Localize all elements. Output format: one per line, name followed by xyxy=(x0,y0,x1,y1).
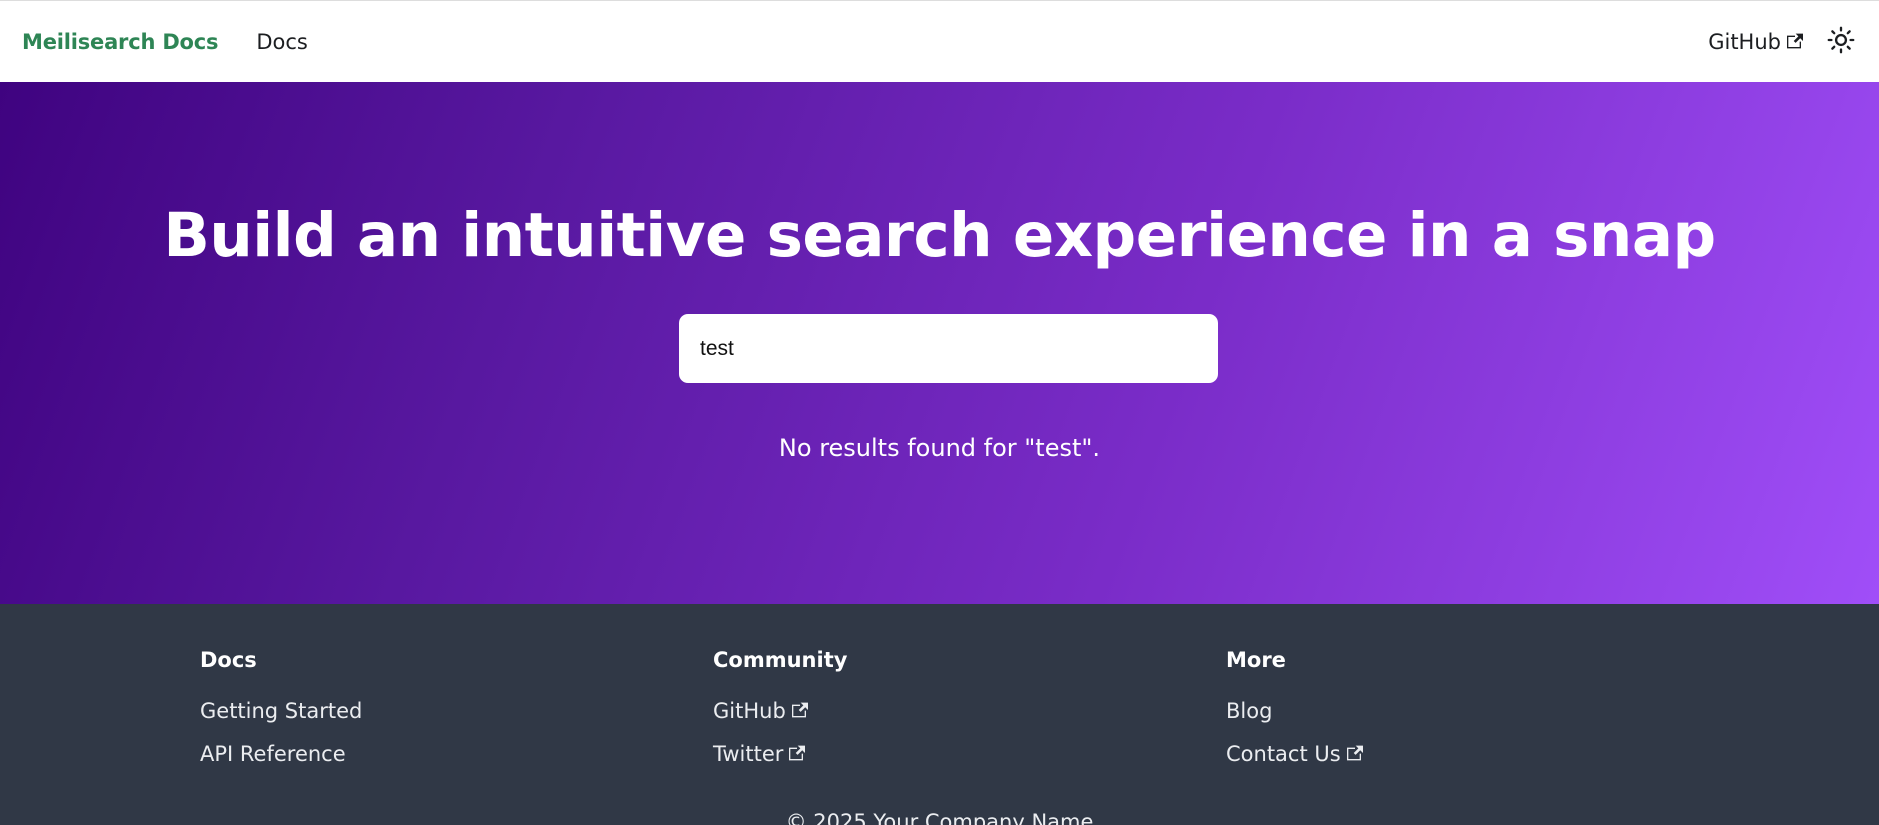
external-link-icon xyxy=(1787,30,1803,54)
nav-link-docs[interactable]: Docs xyxy=(256,30,308,54)
footer-column-more: More Blog Contact Us xyxy=(1226,648,1363,784)
theme-toggle-button[interactable] xyxy=(1825,26,1857,58)
footer-link-label: Twitter xyxy=(713,742,784,766)
brand-logo-link[interactable]: Meilisearch Docs xyxy=(22,30,219,54)
external-link-icon xyxy=(791,699,808,723)
hero-banner: Build an intuitive search experience in … xyxy=(0,82,1879,604)
footer-column-title: More xyxy=(1226,648,1286,672)
external-link-icon xyxy=(789,742,806,766)
footer-link-twitter[interactable]: Twitter xyxy=(713,741,847,767)
footer-column-docs: Docs Getting Started API Reference xyxy=(200,648,362,784)
navbar-right: GitHub xyxy=(1708,26,1857,58)
hero-title: Build an intuitive search experience in … xyxy=(163,200,1716,271)
external-link-icon xyxy=(1346,742,1363,766)
footer-link-label: API Reference xyxy=(200,742,346,766)
footer-link-label: GitHub xyxy=(713,699,786,723)
footer-column-title: Community xyxy=(713,648,848,672)
footer-link-github[interactable]: GitHub xyxy=(713,698,847,724)
footer-link-label: Getting Started xyxy=(200,699,363,723)
footer: Docs Getting Started API Reference Commu… xyxy=(0,604,1879,825)
footer-link-label: Blog xyxy=(1226,699,1273,723)
no-results-message: No results found for "test". xyxy=(778,434,1101,462)
top-navbar: Meilisearch Docs Docs GitHub xyxy=(0,0,1879,82)
nav-link-github-label: GitHub xyxy=(1708,29,1781,54)
footer-link-label: Contact Us xyxy=(1226,742,1341,766)
footer-link-blog[interactable]: Blog xyxy=(1226,698,1363,724)
sun-icon xyxy=(1827,26,1855,58)
footer-link-getting-started[interactable]: Getting Started xyxy=(200,698,362,724)
nav-link-github[interactable]: GitHub xyxy=(1708,30,1803,54)
footer-link-contact-us[interactable]: Contact Us xyxy=(1226,741,1363,767)
footer-column-community: Community GitHub Twitter xyxy=(713,648,847,784)
footer-link-api-reference[interactable]: API Reference xyxy=(200,741,362,767)
footer-copyright: © 2025 Your Company Name xyxy=(785,810,1094,825)
search-input[interactable] xyxy=(679,314,1218,383)
footer-column-title: Docs xyxy=(200,648,257,672)
